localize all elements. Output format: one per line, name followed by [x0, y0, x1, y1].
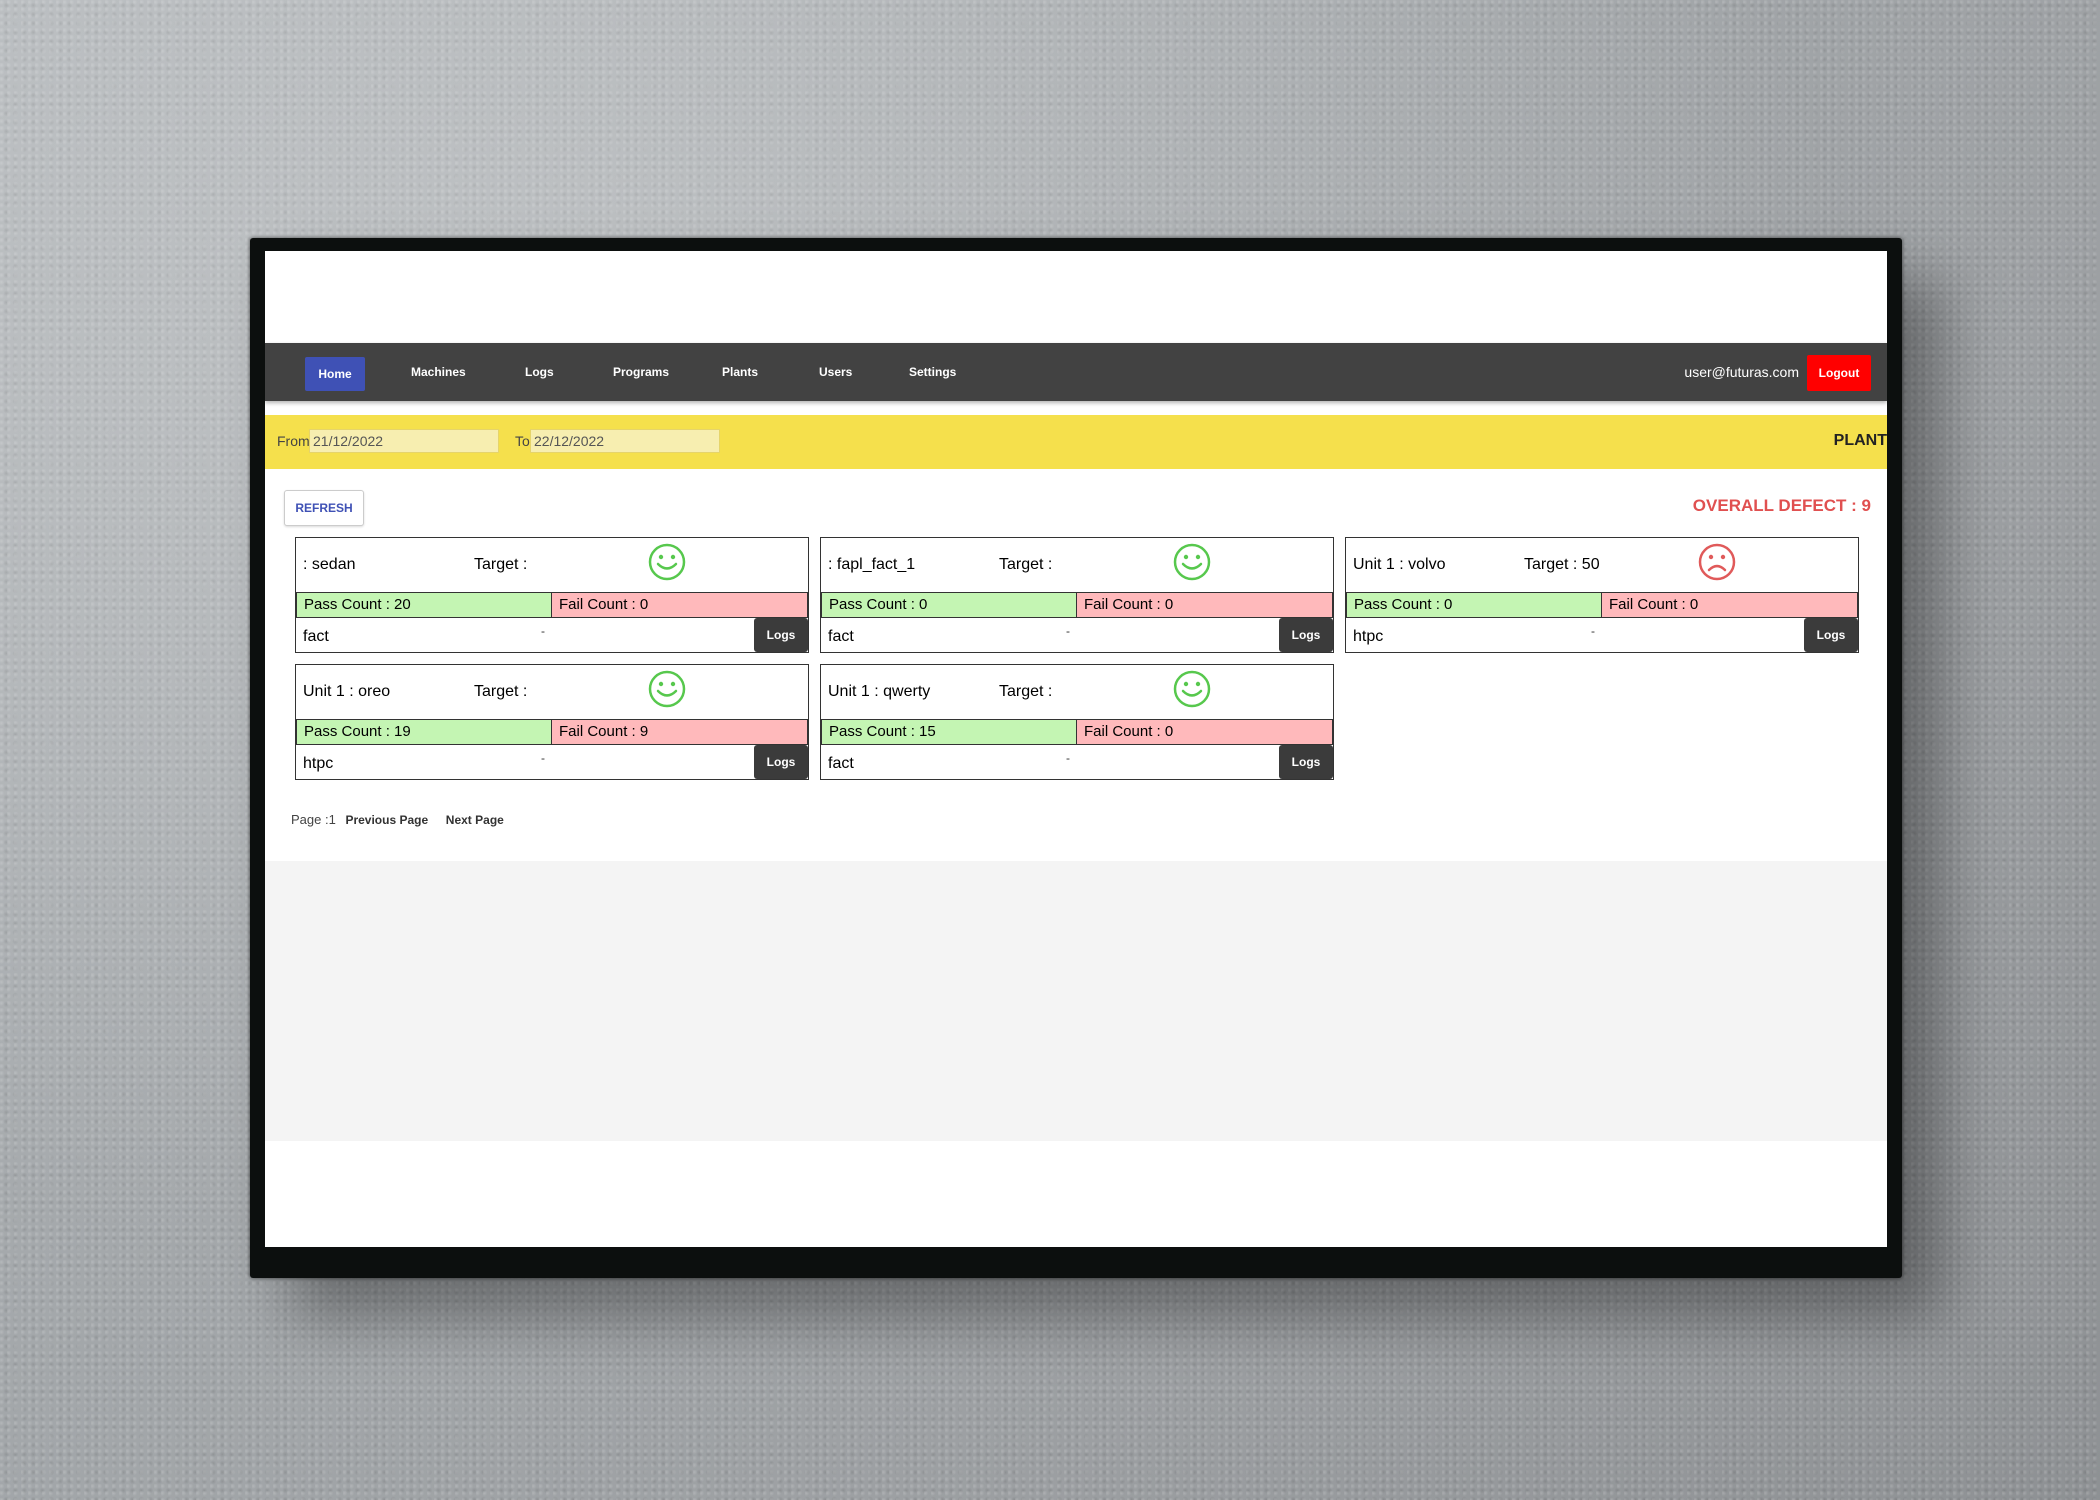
machine-name: Unit 1 : volvo	[1353, 556, 1446, 573]
overall-defect-count: OVERALL DEFECT : 9	[1692, 496, 1871, 515]
smiley-face-icon	[647, 669, 687, 709]
fail-count: Fail Count : 0	[1077, 592, 1333, 618]
logout-button[interactable]: Logout	[1807, 355, 1871, 391]
machine-target: Target :	[474, 556, 528, 573]
pass-count: Pass Count : 20	[296, 592, 552, 618]
machine-name: : fapl_fact_1	[828, 556, 916, 573]
user-email: user@futuras.com	[1684, 364, 1799, 380]
nav-logs[interactable]: Logs	[525, 343, 554, 401]
count-row: Pass Count : 15 Fail Count : 0	[821, 719, 1333, 745]
count-row: Pass Count : 0 Fail Count : 0	[1346, 592, 1858, 618]
plant-selector[interactable]: PLANT	[1834, 432, 1887, 450]
fail-count: Fail Count : 0	[1602, 592, 1858, 618]
logs-button[interactable]: Logs	[754, 618, 808, 652]
pagination: Page :1 Previous Page Next Page	[291, 812, 504, 827]
nav-users[interactable]: Users	[819, 343, 852, 401]
machine-card: : fapl_fact_1 Target : Pass Count : 0 Fail …	[820, 537, 1334, 653]
count-row: Pass Count : 0 Fail Count : 0	[821, 592, 1333, 618]
machine-status-dash: -	[1066, 624, 1070, 638]
logs-button[interactable]: Logs	[1279, 618, 1333, 652]
machine-plant: fact	[828, 628, 854, 645]
next-page-link[interactable]: Next Page	[446, 813, 504, 827]
machine-status-dash: -	[541, 751, 545, 765]
previous-page-link[interactable]: Previous Page	[345, 813, 428, 827]
nav-programs[interactable]: Programs	[613, 343, 669, 401]
machine-card: Unit 1 : qwerty Target : Pass Count : 15 Fa…	[820, 664, 1334, 780]
machine-target: Target :	[999, 556, 1053, 573]
machine-plant: fact	[828, 755, 854, 772]
machine-target: Target : 50	[1524, 556, 1600, 573]
pass-count: Pass Count : 0	[821, 592, 1077, 618]
nav-home[interactable]: Home	[305, 357, 365, 391]
from-label: From	[277, 433, 310, 449]
machine-name: Unit 1 : oreo	[303, 683, 391, 700]
machine-card: Unit 1 : volvo Target : 50 Pass Count : 0F…	[1345, 537, 1859, 653]
nav-machines[interactable]: Machines	[411, 343, 466, 401]
fail-count: Fail Count : 9	[552, 719, 808, 745]
top-navbar: Home Machines Logs Programs Plants Users…	[265, 343, 1887, 401]
logs-button[interactable]: Logs	[754, 745, 808, 779]
date-filter-bar: From To PLANT	[265, 415, 1887, 469]
refresh-button[interactable]: REFRESH	[284, 490, 364, 526]
footer-area	[265, 861, 1887, 1141]
smiley-face-icon	[1172, 669, 1212, 709]
nav-settings[interactable]: Settings	[909, 343, 956, 401]
machine-plant: htpc	[303, 755, 334, 772]
dashboard-content: REFRESH OVERALL DEFECT : 9 : sedan Target…	[265, 469, 1887, 861]
count-row: Pass Count : 20 Fail Count : 0	[296, 592, 808, 618]
machine-card: : sedan Target : Pass Count : 20 Fail Count…	[295, 537, 809, 653]
fail-count: Fail Count : 0	[552, 592, 808, 618]
machine-target: Target :	[999, 683, 1053, 700]
machine-plant: htpc	[1353, 628, 1384, 645]
nav-plants[interactable]: Plants	[722, 343, 758, 401]
fail-count: Fail Count : 0	[1077, 719, 1333, 745]
logs-button[interactable]: Logs	[1279, 745, 1333, 779]
header-blank-area	[265, 251, 1887, 343]
smiley-face-icon	[647, 542, 687, 582]
count-row: Pass Count : 19 Fail Count : 9	[296, 719, 808, 745]
page-indicator: Page :1	[291, 812, 336, 827]
to-date-input[interactable]	[530, 429, 720, 453]
pass-count: Pass Count : 19	[296, 719, 552, 745]
machine-target: Target :	[474, 683, 528, 700]
from-date-input[interactable]	[309, 429, 499, 453]
machine-card: Unit 1 : oreo Target : Pass Count : 19 Fail…	[295, 664, 809, 780]
machine-plant: fact	[303, 628, 329, 645]
machine-name: : sedan	[303, 556, 356, 573]
logs-button[interactable]: Logs	[1804, 618, 1858, 652]
smiley-face-icon	[1172, 542, 1212, 582]
app-screen: Home Machines Logs Programs Plants Users…	[265, 251, 1887, 1247]
machine-name: Unit 1 : qwerty	[828, 683, 931, 700]
pass-count: Pass Count : 15	[821, 719, 1077, 745]
sad-face-icon	[1697, 542, 1737, 582]
machine-status-dash: -	[1591, 624, 1595, 638]
pass-count: Pass Count : 0	[1346, 592, 1602, 618]
machine-status-dash: -	[541, 624, 545, 638]
machine-status-dash: -	[1066, 751, 1070, 765]
to-label: To	[515, 433, 530, 449]
